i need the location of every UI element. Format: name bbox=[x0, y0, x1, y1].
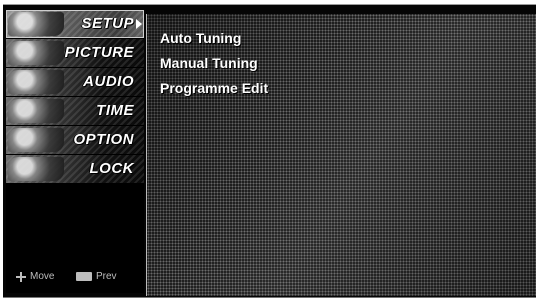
submenu-item-auto-tuning[interactable]: Auto Tuning bbox=[160, 29, 268, 54]
setup-thumbnail-icon bbox=[8, 12, 64, 36]
category-label: OPTION bbox=[73, 131, 134, 148]
category-setup[interactable]: SETUP bbox=[6, 10, 144, 39]
category-label: PICTURE bbox=[64, 44, 134, 61]
submenu-list: Auto Tuning Manual Tuning Programme Edit bbox=[160, 29, 268, 104]
navigation-hint-bar: Move Prev bbox=[16, 271, 148, 285]
category-time[interactable]: TIME bbox=[6, 97, 144, 126]
option-thumbnail-icon bbox=[8, 128, 64, 152]
move-hint: Move bbox=[16, 271, 54, 282]
category-label: LOCK bbox=[89, 160, 134, 177]
move-hint-label: Move bbox=[30, 271, 55, 282]
audio-thumbnail-icon bbox=[8, 70, 64, 94]
move-arrows-icon bbox=[16, 271, 26, 282]
picture-thumbnail-icon bbox=[8, 41, 64, 65]
menu-key-icon bbox=[76, 272, 92, 281]
category-sidebar: SETUP PICTURE AUDIO TIME OPTION LOCK Mov… bbox=[6, 10, 144, 293]
submenu-item-manual-tuning[interactable]: Manual Tuning bbox=[160, 54, 268, 79]
category-option[interactable]: OPTION bbox=[6, 126, 144, 155]
category-lock[interactable]: LOCK bbox=[6, 155, 144, 184]
category-label: SETUP bbox=[81, 15, 134, 32]
lock-thumbnail-icon bbox=[8, 157, 64, 181]
category-label: TIME bbox=[96, 102, 134, 119]
time-thumbnail-icon bbox=[8, 99, 64, 123]
prev-hint: Prev bbox=[76, 271, 117, 282]
submenu-item-programme-edit[interactable]: Programme Edit bbox=[160, 79, 268, 104]
selected-arrow-icon bbox=[136, 19, 142, 29]
tv-osd-screen: SETUP PICTURE AUDIO TIME OPTION LOCK Mov… bbox=[0, 0, 536, 299]
setup-submenu-panel: Auto Tuning Manual Tuning Programme Edit bbox=[146, 14, 536, 296]
category-list: SETUP PICTURE AUDIO TIME OPTION LOCK bbox=[6, 10, 144, 184]
prev-hint-label: Prev bbox=[96, 271, 117, 282]
category-audio[interactable]: AUDIO bbox=[6, 68, 144, 97]
category-picture[interactable]: PICTURE bbox=[6, 39, 144, 68]
category-label: AUDIO bbox=[83, 73, 134, 90]
